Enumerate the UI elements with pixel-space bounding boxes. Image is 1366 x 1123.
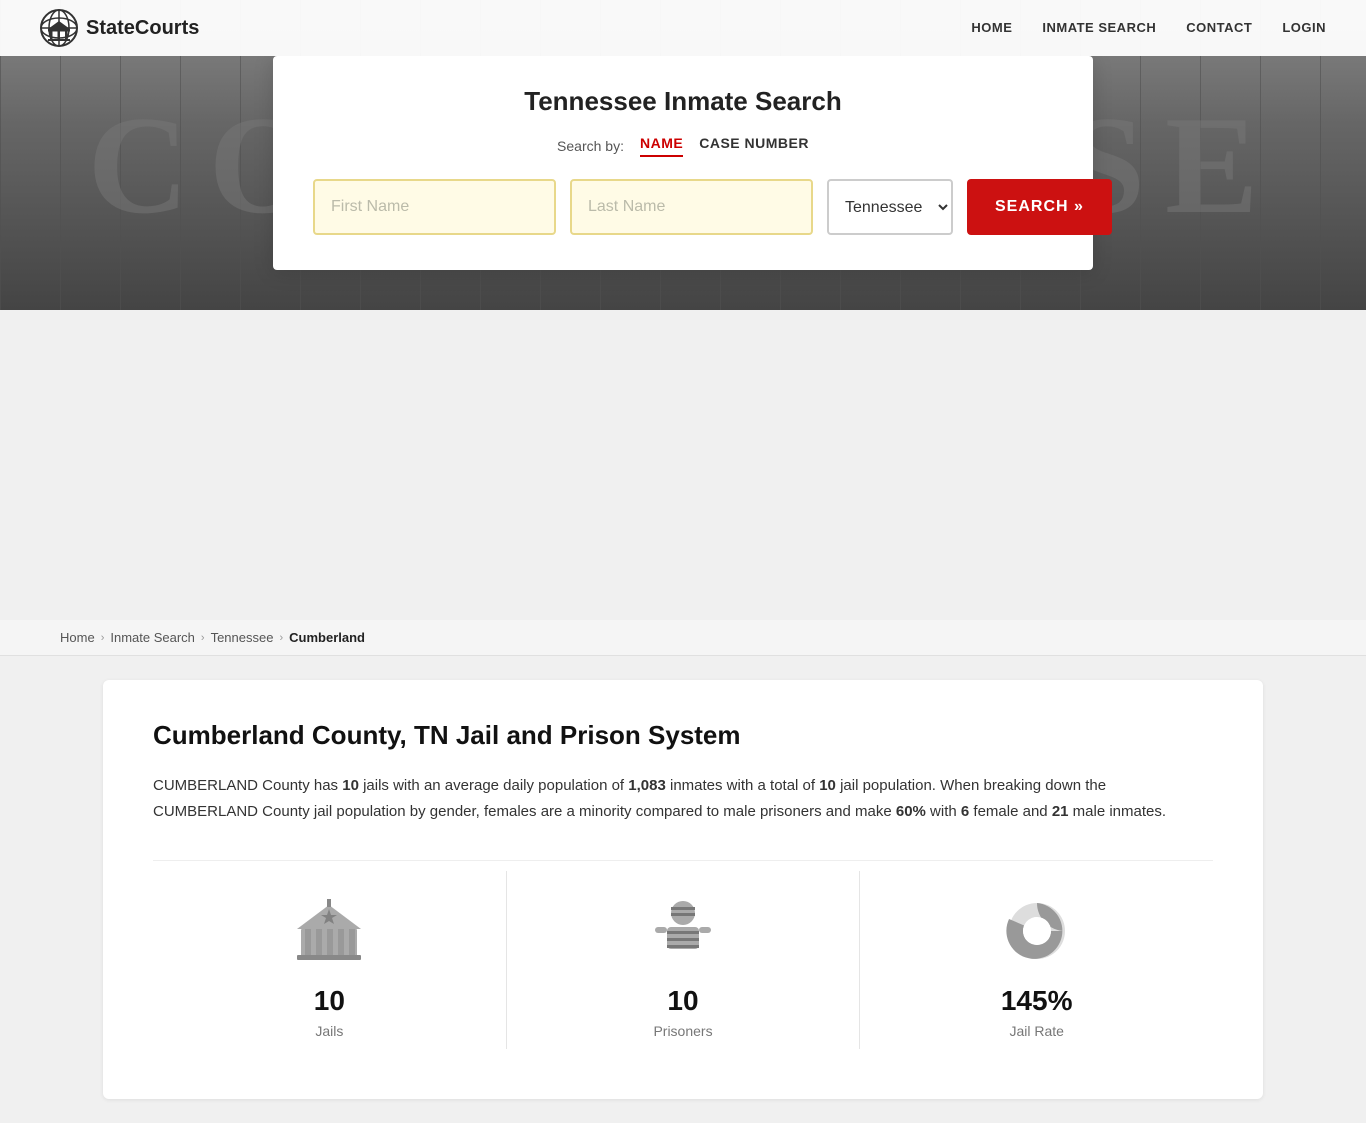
navbar: StateCourts HOME INMATE SEARCH CONTACT L…: [0, 0, 1366, 56]
state-select[interactable]: Tennessee Alabama Alaska Arizona Arkansa…: [827, 179, 953, 235]
jails-label: Jails: [315, 1023, 343, 1039]
content-description: CUMBERLAND County has 10 jails with an a…: [153, 773, 1213, 824]
logo-icon: [40, 9, 78, 47]
stat-jail-rate: 145% Jail Rate: [860, 871, 1213, 1049]
main-content: Cumberland County, TN Jail and Prison Sy…: [103, 680, 1263, 1099]
search-by-row: Search by: NAME CASE NUMBER: [313, 135, 1053, 157]
jails-number: 10: [314, 985, 345, 1017]
header-section: COURTHOUSE StateCourts HOME INMA: [0, 0, 1366, 310]
nav-item-contact[interactable]: CONTACT: [1186, 19, 1252, 37]
logo-text: StateCourts: [86, 17, 199, 40]
breadcrumb-sep-2: ›: [201, 632, 205, 644]
male-count: 21: [1052, 803, 1069, 820]
stat-prisoners: 10 Prisoners: [507, 871, 861, 1049]
breadcrumb-inmate-search[interactable]: Inmate Search: [110, 630, 195, 645]
county-name: CUMBERLAND: [153, 777, 258, 794]
prisoners-label: Prisoners: [653, 1023, 712, 1039]
nav-links: HOME INMATE SEARCH CONTACT LOGIN: [971, 19, 1326, 37]
breadcrumb-cumberland: Cumberland: [289, 630, 365, 645]
breadcrumb-tennessee[interactable]: Tennessee: [211, 630, 274, 645]
tab-name[interactable]: NAME: [640, 135, 683, 157]
prisoner-icon: [643, 891, 723, 971]
search-card: Tennessee Inmate Search Search by: NAME …: [273, 56, 1093, 270]
stats-row: 10 Jails 10 Prisoners: [153, 860, 1213, 1049]
total-jail-pop: 10: [819, 777, 836, 794]
chart-icon: [997, 891, 1077, 971]
female-count: 6: [961, 803, 969, 820]
nav-item-login[interactable]: LOGIN: [1282, 19, 1326, 37]
female-pct: 60%: [896, 803, 926, 820]
breadcrumb-home[interactable]: Home: [60, 630, 95, 645]
courthouse-icon: [289, 891, 369, 971]
logo-area[interactable]: StateCourts: [40, 9, 971, 47]
jail-rate-number: 145%: [1001, 985, 1073, 1017]
stat-jails: 10 Jails: [153, 871, 507, 1049]
search-card-title: Tennessee Inmate Search: [313, 86, 1053, 117]
last-name-input[interactable]: [570, 179, 813, 235]
tab-case-number[interactable]: CASE NUMBER: [699, 135, 809, 157]
search-button[interactable]: SEARCH »: [967, 179, 1112, 235]
jails-count: 10: [342, 777, 359, 794]
prisoners-number: 10: [667, 985, 698, 1017]
nav-item-inmate-search[interactable]: INMATE SEARCH: [1042, 19, 1156, 37]
breadcrumb-sep-1: ›: [101, 632, 105, 644]
breadcrumb-sep-3: ›: [279, 632, 283, 644]
jail-rate-label: Jail Rate: [1009, 1023, 1063, 1039]
nav-item-home[interactable]: HOME: [971, 19, 1012, 37]
breadcrumb: Home › Inmate Search › Tennessee › Cumbe…: [0, 620, 1366, 656]
content-title: Cumberland County, TN Jail and Prison Sy…: [153, 720, 1213, 751]
search-inputs-row: Tennessee Alabama Alaska Arizona Arkansa…: [313, 179, 1053, 235]
avg-daily-pop: 1,083: [628, 777, 666, 794]
first-name-input[interactable]: [313, 179, 556, 235]
search-by-label: Search by:: [557, 138, 624, 154]
